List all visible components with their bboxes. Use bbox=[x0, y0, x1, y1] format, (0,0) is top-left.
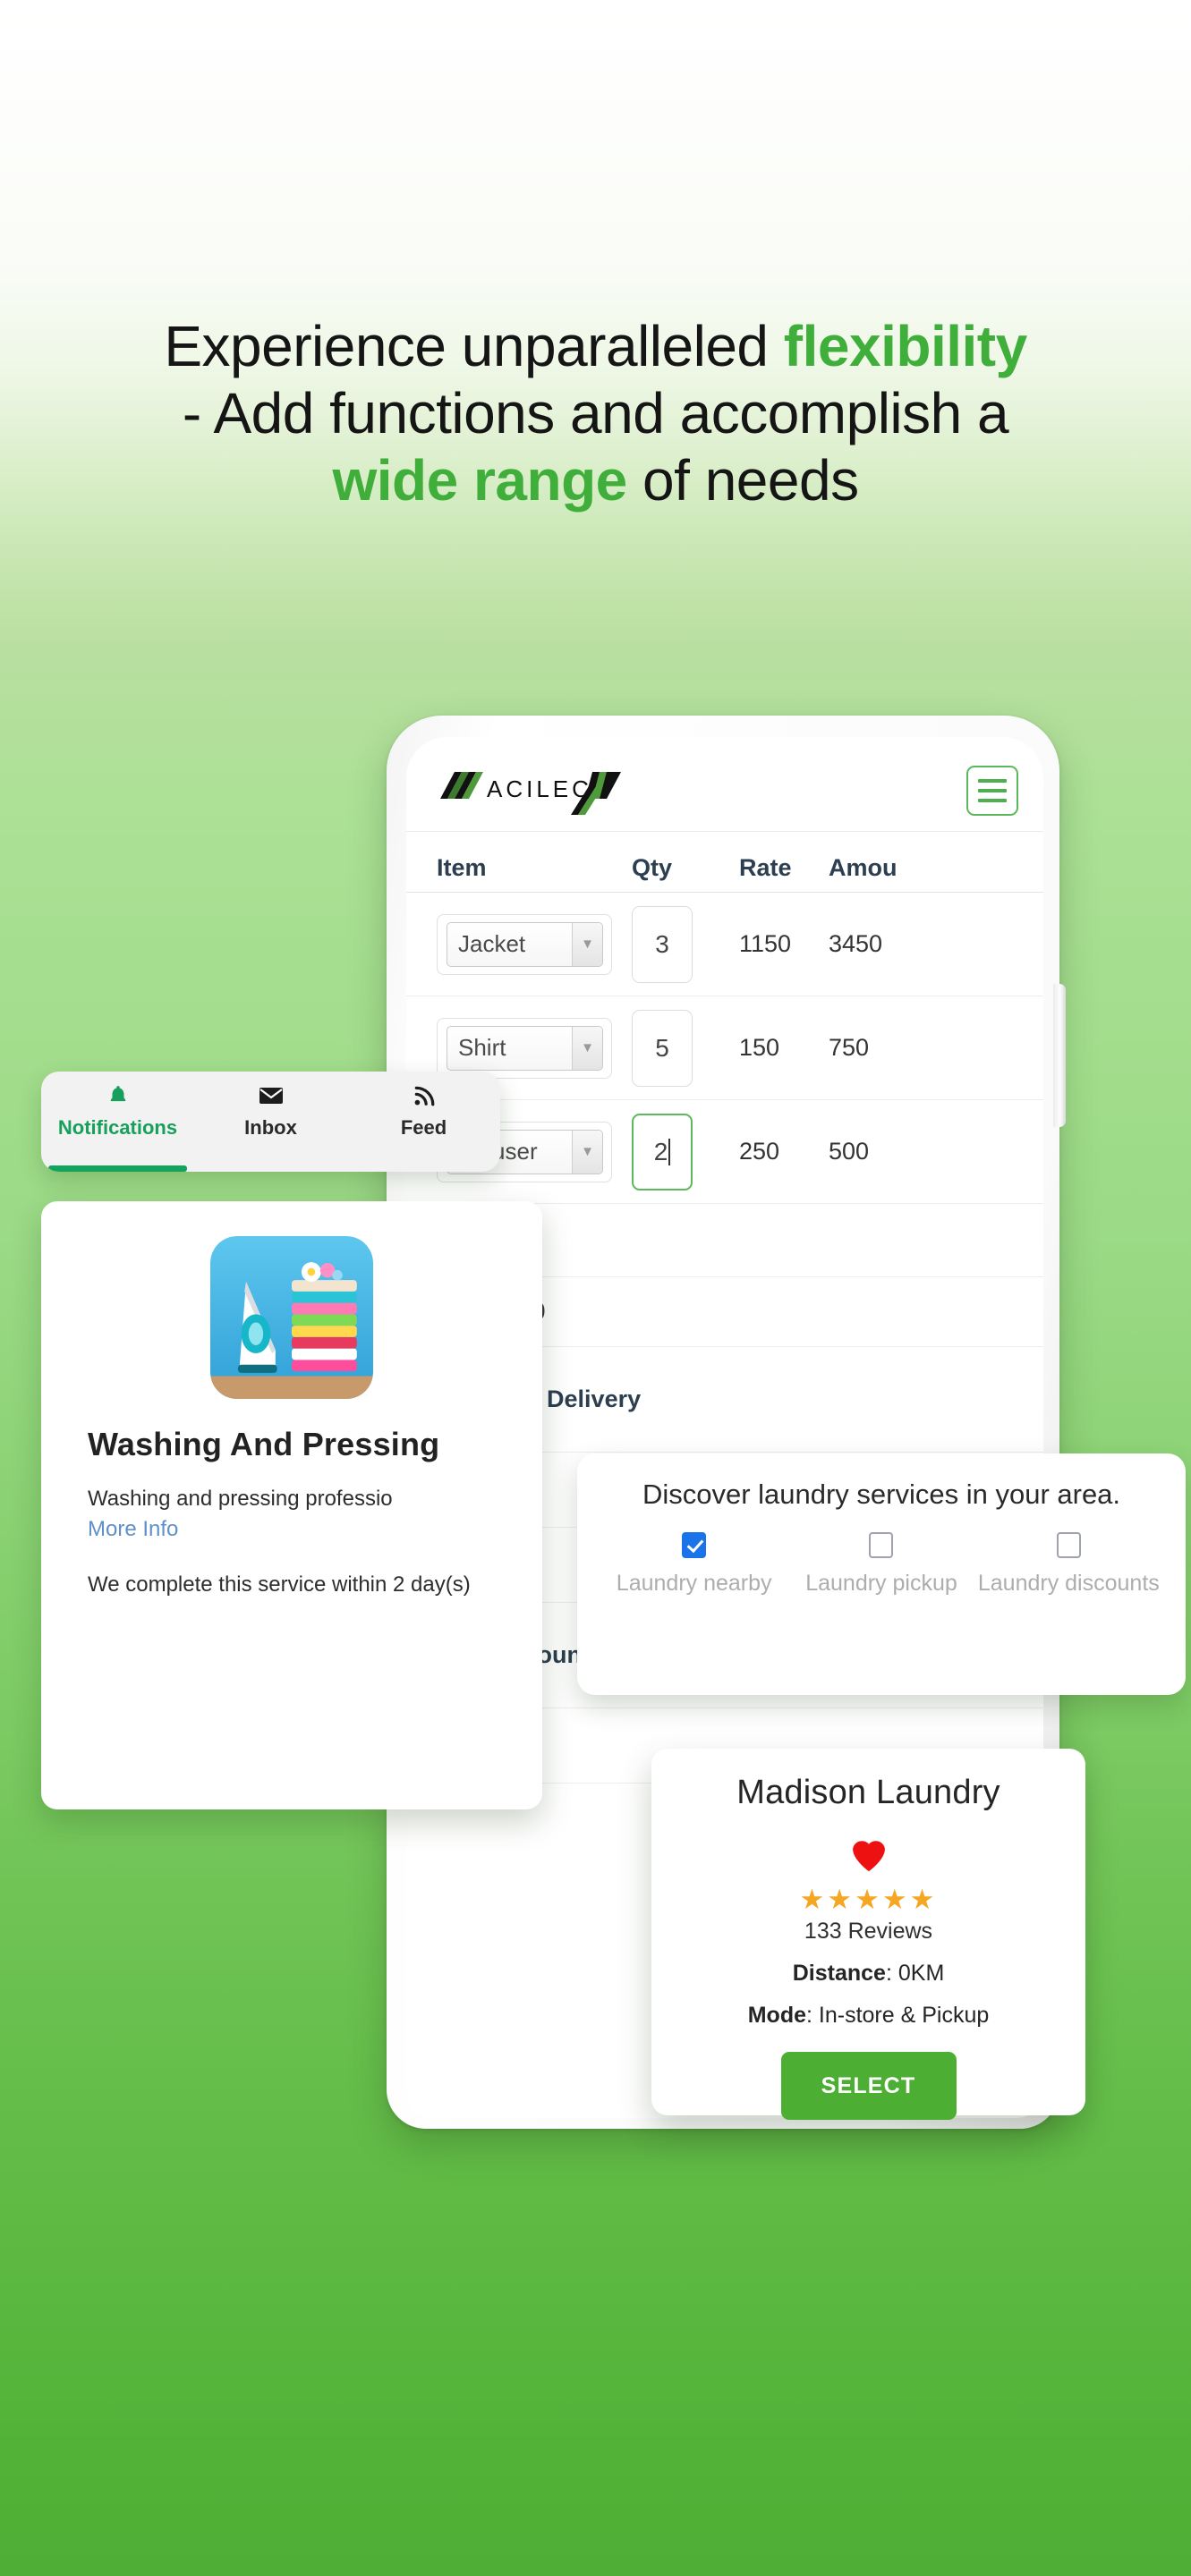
distance-value: 0KM bbox=[898, 1961, 945, 1986]
qty-input-1[interactable]: 3 bbox=[632, 905, 693, 983]
tab-inbox[interactable]: Inbox bbox=[194, 1084, 347, 1172]
headline-accent-flexibility: flexibility bbox=[783, 314, 1027, 378]
header-qty: Qty bbox=[632, 854, 673, 881]
service-card: Washing And Pressing Washing and pressin… bbox=[41, 1201, 542, 1809]
item-select-1[interactable]: Jacket ▼ bbox=[447, 921, 603, 967]
header-amount: Amou bbox=[829, 854, 898, 881]
label-laundry-nearby: Laundry nearby bbox=[616, 1570, 772, 1596]
amount-value-1: 3450 bbox=[829, 930, 883, 957]
item-select-value-1: Jacket bbox=[458, 930, 526, 957]
headline-text-plain-2: of needs bbox=[626, 447, 859, 513]
select-button[interactable]: SELECT bbox=[780, 2052, 957, 2120]
item-select-wrapper-1: Jacket ▼ bbox=[437, 913, 612, 975]
tab-label-inbox: Inbox bbox=[244, 1116, 297, 1139]
notification-tabbar: Notifications Inbox Feed bbox=[41, 1072, 500, 1172]
label-laundry-pickup: Laundry pickup bbox=[805, 1570, 957, 1596]
mode-label: Mode bbox=[747, 2003, 806, 2028]
headline-line-3: wide range of needs bbox=[0, 447, 1191, 514]
rss-icon bbox=[413, 1084, 436, 1109]
chevron-down-icon: ▼ bbox=[572, 922, 602, 966]
headline-line-1: Experience unparalleled flexibility bbox=[0, 313, 1191, 380]
amount-value-2: 750 bbox=[829, 1034, 870, 1061]
qty-value-2: 5 bbox=[655, 1033, 669, 1062]
tab-notifications[interactable]: Notifications bbox=[41, 1084, 194, 1172]
distance-row: Distance: 0KM bbox=[671, 1961, 1066, 1987]
checkbox-laundry-nearby[interactable] bbox=[682, 1531, 707, 1558]
label-laundry-discounts: Laundry discounts bbox=[977, 1570, 1160, 1596]
bell-icon bbox=[106, 1084, 130, 1109]
mode-row: Mode: In-store & Pickup bbox=[671, 2003, 1066, 2029]
page-headline: Experience unparalleled flexibility - Ad… bbox=[0, 313, 1191, 514]
discover-title: Discover laundry services in your area. bbox=[642, 1479, 1121, 1510]
item-select-value-2: Shirt bbox=[458, 1034, 506, 1061]
discover-option-nearby[interactable]: Laundry nearby bbox=[600, 1531, 787, 1599]
heart-icon[interactable] bbox=[671, 1835, 1066, 1875]
service-title: Washing And Pressing bbox=[88, 1426, 440, 1462]
checkbox-laundry-discounts[interactable] bbox=[1056, 1531, 1081, 1558]
distance-label: Distance bbox=[792, 1961, 886, 1986]
laundry-result-card: Madison Laundry ★★★★★ 133 Reviews Distan… bbox=[651, 1749, 1085, 2120]
review-count: 133 Reviews bbox=[804, 1919, 933, 1944]
item-select-2[interactable]: Shirt ▼ bbox=[447, 1025, 603, 1071]
phone-power-button bbox=[1053, 984, 1066, 1127]
rate-value-2: 150 bbox=[739, 1034, 780, 1061]
text-cursor bbox=[668, 1138, 671, 1165]
tab-label-feed: Feed bbox=[400, 1116, 447, 1139]
hamburger-menu-button[interactable] bbox=[966, 765, 1018, 816]
table-row: Jacket ▼ 3 1150 3450 bbox=[406, 893, 1043, 996]
item-select-wrapper-2: Shirt ▼ bbox=[437, 1017, 612, 1079]
amount-value-3: 500 bbox=[829, 1138, 870, 1165]
distance-colon: : bbox=[885, 1961, 898, 1986]
headline-accent-wide-range: wide range bbox=[332, 447, 627, 513]
qty-input-3[interactable]: 2 bbox=[632, 1113, 693, 1191]
laundry-name: Madison Laundry bbox=[736, 1774, 1000, 1811]
envelope-icon bbox=[259, 1084, 284, 1109]
app-header: ACILECT bbox=[406, 737, 1043, 832]
discover-options: Laundry nearby Laundry pickup Laundry di… bbox=[600, 1531, 1162, 1599]
brand-logo: ACILECT bbox=[435, 761, 623, 820]
discover-option-pickup[interactable]: Laundry pickup bbox=[787, 1531, 974, 1599]
promo-stage: Experience unparalleled flexibility - Ad… bbox=[0, 0, 1191, 2576]
headline-line-2: - Add functions and accomplish a bbox=[182, 380, 1009, 445]
qty-value-1: 3 bbox=[655, 929, 669, 958]
hamburger-bar-1 bbox=[978, 778, 1007, 783]
hamburger-bar-2 bbox=[978, 788, 1007, 792]
mode-colon: : bbox=[806, 2003, 819, 2028]
service-description: Washing and pressing professio bbox=[88, 1487, 393, 1511]
table-header-row: Item Qty Rate Amou bbox=[406, 832, 1043, 893]
qty-input-2[interactable]: 5 bbox=[632, 1009, 693, 1087]
header-item: Item bbox=[437, 854, 487, 881]
star-rating: ★★★★★ bbox=[799, 1884, 938, 1915]
service-completion-note: We complete this service within 2 day(s) bbox=[88, 1572, 471, 1597]
washing-pressing-image bbox=[210, 1236, 373, 1399]
table-row: Trouser ▼ 2 250 500 bbox=[406, 1100, 1043, 1204]
headline-text-plain-1: Experience unparalleled bbox=[164, 314, 784, 378]
checkbox-laundry-pickup[interactable] bbox=[869, 1531, 894, 1558]
table-row: Shirt ▼ 5 150 750 bbox=[406, 996, 1043, 1100]
rate-value-1: 1150 bbox=[739, 930, 792, 957]
chevron-down-icon: ▼ bbox=[572, 1130, 602, 1174]
tab-feed[interactable]: Feed bbox=[347, 1084, 500, 1172]
tab-label-notifications: Notifications bbox=[57, 1116, 178, 1139]
hamburger-bar-3 bbox=[978, 798, 1007, 802]
chevron-down-icon: ▼ bbox=[572, 1026, 602, 1070]
header-rate: Rate bbox=[739, 854, 792, 881]
discover-services-card: Discover laundry services in your area. … bbox=[577, 1453, 1186, 1695]
mode-value: In-store & Pickup bbox=[818, 2003, 990, 2028]
acilect-logo-icon: ACILECT bbox=[440, 771, 621, 815]
rate-value-3: 250 bbox=[739, 1138, 780, 1165]
qty-value-3: 2 bbox=[653, 1137, 668, 1165]
more-info-link[interactable]: More Info bbox=[88, 1517, 496, 1542]
discover-option-discounts[interactable]: Laundry discounts bbox=[975, 1531, 1162, 1599]
